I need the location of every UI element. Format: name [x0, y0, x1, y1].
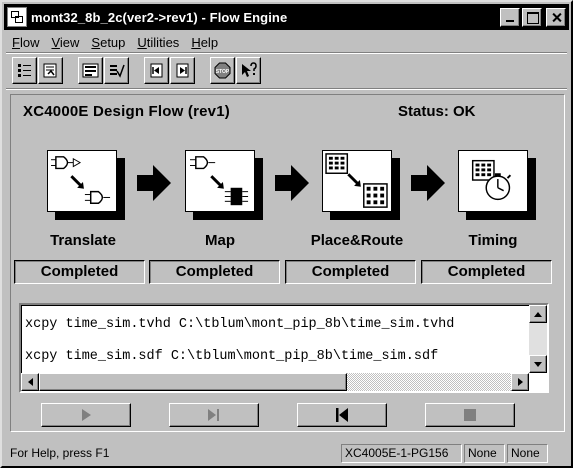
- status-pane-2: None: [464, 444, 505, 463]
- design-flow-panel: XC4000E Design Flow (rev1) Status: OK Tr…: [10, 94, 565, 432]
- scroll-down-button[interactable]: [529, 355, 547, 373]
- status-device: XC4005E-1-PG156: [341, 444, 462, 463]
- map-label: Map: [205, 232, 235, 249]
- scroll-thumb[interactable]: [39, 373, 347, 391]
- menu-view[interactable]: View: [45, 35, 85, 50]
- step-back-button[interactable]: [144, 57, 169, 84]
- arrow-right-icon: [275, 165, 309, 201]
- toolbar-separator-bottom: [6, 88, 567, 90]
- translate-stage-button[interactable]: [47, 150, 117, 212]
- timing-stage-button[interactable]: [458, 150, 528, 212]
- stop-button[interactable]: STOP: [210, 57, 235, 84]
- maximize-button[interactable]: [522, 7, 542, 27]
- flow-options-icon: [43, 63, 57, 78]
- status-bar: For Help, press F1 XC4005E-1-PG156 None …: [6, 442, 567, 464]
- context-help-icon: [242, 62, 257, 77]
- horizontal-scrollbar[interactable]: [21, 373, 529, 391]
- scroll-left-button[interactable]: [21, 373, 39, 391]
- arrow-right-icon: [137, 165, 171, 201]
- map-stage-button[interactable]: [185, 150, 255, 212]
- log-line: xcpy time_sim.sdf C:\tblum\mont_pip_8b\t…: [25, 349, 439, 364]
- step-forward-icon: [176, 63, 189, 78]
- menu-flow[interactable]: Flow: [6, 35, 45, 50]
- step-button[interactable]: [169, 403, 259, 427]
- flow-engine-window: mont32_8b_2c(ver2->rev1) - Flow Engine F…: [0, 0, 573, 468]
- toolbar-separator-top: [6, 52, 567, 54]
- status-pane-3: None: [507, 444, 548, 463]
- stop-icon-label: STOP: [216, 69, 230, 75]
- log-output[interactable]: xcpy time_sim.tvhd C:\tblum\mont_pip_8b\…: [19, 303, 549, 393]
- title-bar[interactable]: mont32_8b_2c(ver2->rev1) - Flow Engine: [4, 4, 569, 30]
- timing-status: Completed: [421, 260, 552, 284]
- translate-icon: [51, 156, 111, 204]
- vertical-scrollbar[interactable]: [529, 305, 547, 373]
- place-route-label: Place&Route: [310, 232, 404, 249]
- minimize-button[interactable]: [500, 7, 520, 27]
- report-icon: [82, 63, 99, 78]
- step-forward-button[interactable]: [170, 57, 195, 84]
- stop-flow-button[interactable]: [425, 403, 515, 427]
- app-icon[interactable]: [7, 7, 27, 27]
- arrow-right-icon: [517, 378, 523, 386]
- play-icon: [82, 409, 91, 421]
- scroll-up-button[interactable]: [529, 305, 547, 323]
- report-check-icon: [110, 64, 125, 78]
- translate-status: Completed: [14, 260, 145, 284]
- arrow-right-icon: [411, 165, 445, 201]
- flow-status: Status: OK: [398, 103, 476, 120]
- flow-title: XC4000E Design Flow (rev1): [23, 103, 230, 120]
- map-status: Completed: [149, 260, 280, 284]
- report-button[interactable]: [78, 57, 103, 84]
- map-icon: [190, 156, 249, 206]
- scroll-track[interactable]: [347, 373, 511, 391]
- report-check-button[interactable]: [104, 57, 129, 84]
- translate-label: Translate: [50, 232, 116, 249]
- menu-utilities[interactable]: Utilities: [131, 35, 185, 50]
- run-button[interactable]: [41, 403, 131, 427]
- flow-options-button[interactable]: [38, 57, 63, 84]
- step-icon: [208, 409, 219, 421]
- place-route-stage-button[interactable]: [322, 150, 392, 212]
- context-help-button[interactable]: [236, 57, 261, 84]
- scroll-right-button[interactable]: [511, 373, 529, 391]
- stop-square-icon: [464, 409, 476, 421]
- flow-run-button[interactable]: [12, 57, 37, 84]
- status-help-text: For Help, press F1: [10, 446, 110, 460]
- arrow-left-icon: [27, 378, 33, 386]
- close-button[interactable]: [546, 7, 566, 27]
- menu-setup[interactable]: Setup: [85, 35, 131, 50]
- arrow-up-icon: [534, 311, 542, 317]
- menu-help[interactable]: Help: [185, 35, 224, 50]
- timing-label: Timing: [468, 232, 518, 249]
- menu-bar: Flow View Setup Utilities Help: [6, 32, 224, 52]
- flow-run-icon: [18, 64, 31, 77]
- step-back-icon: [150, 63, 163, 78]
- stop-icon: STOP: [214, 62, 231, 79]
- window-title: mont32_8b_2c(ver2->rev1) - Flow Engine: [31, 9, 288, 25]
- rewind-icon: [336, 408, 348, 422]
- place-route-status: Completed: [285, 260, 416, 284]
- timing-icon: [471, 159, 512, 201]
- place-route-icon: [325, 153, 388, 208]
- arrow-down-icon: [534, 361, 542, 367]
- reset-button[interactable]: [297, 403, 387, 427]
- log-line: xcpy time_sim.tvhd C:\tblum\mont_pip_8b\…: [25, 317, 455, 332]
